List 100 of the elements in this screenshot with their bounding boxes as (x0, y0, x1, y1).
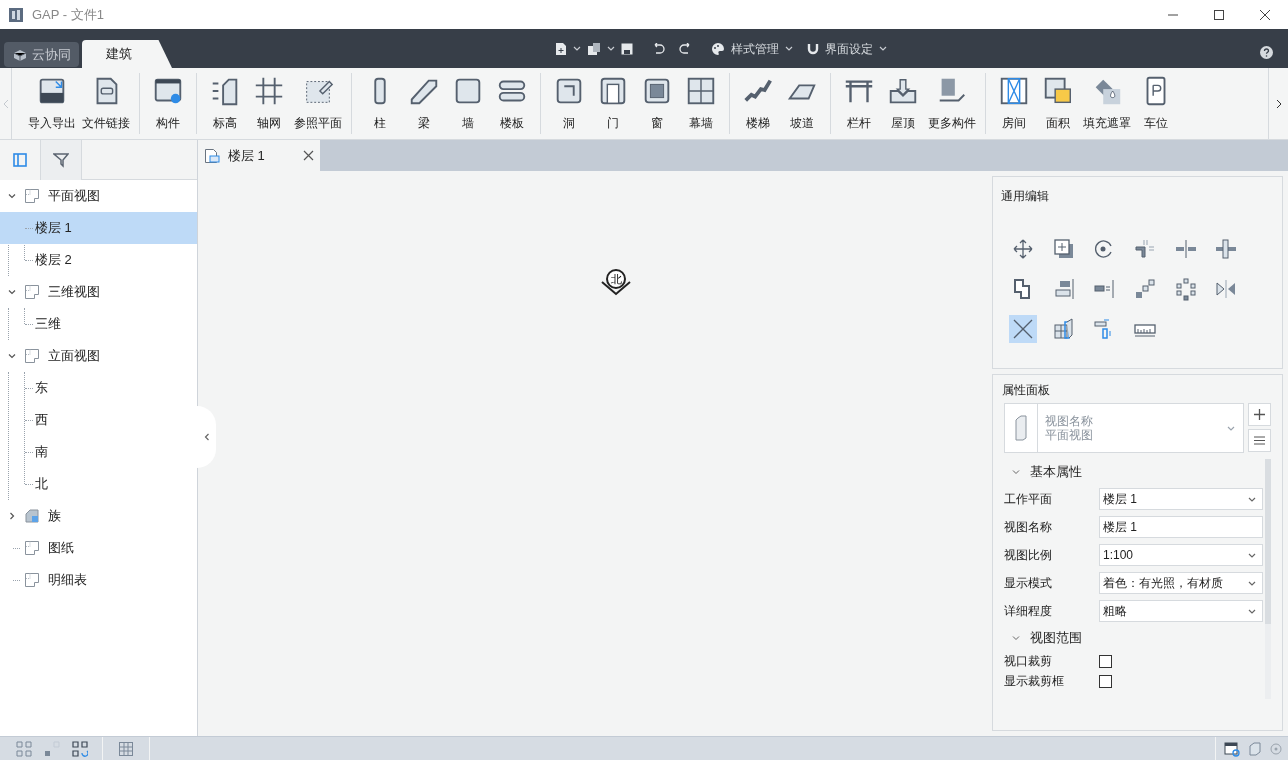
ribbon-tool-button[interactable]: 屋顶 (882, 68, 924, 139)
help-icon[interactable] (1260, 46, 1273, 59)
caret-icon (1248, 552, 1256, 558)
ribbon-tool-button[interactable]: 填充遮罩 (1081, 68, 1133, 139)
ribbon-tool-button[interactable]: 文件链接 (80, 68, 132, 139)
window-title: GAP - 文件1 (32, 5, 104, 24)
window-sync-icon[interactable] (1224, 740, 1240, 757)
ribbon-tool-button[interactable]: 房间 (993, 68, 1035, 139)
view-icon (24, 284, 40, 300)
property-select[interactable]: 楼层 1 (1099, 488, 1263, 510)
ribbon-tool-button[interactable]: 构件 (147, 68, 189, 139)
chevron-down-icon[interactable] (8, 192, 16, 200)
property-label: 视图比例 (1004, 547, 1053, 564)
tree-item[interactable]: 东 (0, 372, 197, 404)
property-select[interactable]: 1:100 (1099, 544, 1263, 566)
new-file-icon[interactable] (555, 41, 567, 56)
cross-icon (1011, 317, 1035, 341)
app-logo-icon (8, 6, 24, 23)
ribbon-tool-button[interactable]: 门 (592, 68, 634, 139)
sidebar-tab[interactable] (41, 140, 82, 180)
ribbon-tool-button[interactable]: 参照平面 (292, 68, 344, 139)
caret-icon (1248, 608, 1256, 614)
scrollbar-thumb[interactable] (1265, 459, 1271, 624)
ribbon-tab[interactable]: 云协同 (4, 42, 79, 67)
family-icon (24, 508, 40, 524)
property-select[interactable]: 粗略 (1099, 600, 1263, 622)
tree-item[interactable]: 族 (0, 500, 197, 532)
tree-item[interactable]: 明细表 (0, 564, 197, 596)
ribbon-tool-button[interactable]: 梁 (403, 68, 445, 139)
close-icon[interactable] (303, 150, 314, 161)
sidebar-tab[interactable] (0, 140, 41, 180)
property-checkbox[interactable] (1099, 674, 1112, 688)
caret-icon (607, 46, 615, 51)
grid-view-icon[interactable] (44, 740, 60, 757)
chevron-down-icon[interactable] (8, 288, 16, 296)
maximize-icon (1214, 9, 1224, 20)
drawing-canvas[interactable]: 北 (198, 171, 992, 736)
save-icon[interactable] (621, 42, 633, 55)
view-icon (24, 348, 40, 364)
property-label: 工作平面 (1004, 491, 1053, 508)
scroll-right-icon[interactable] (1275, 98, 1282, 109)
ribbon-tool-button[interactable]: 面积 (1037, 68, 1079, 139)
type-name: 视图名称 (1045, 414, 1093, 428)
caret-icon (1248, 496, 1256, 502)
ribbon-tool-button[interactable]: 更多构件 (926, 68, 978, 139)
filter-icon (53, 152, 69, 168)
caret-icon (879, 46, 887, 51)
tree-item[interactable]: 立面视图 (0, 340, 197, 372)
view-icon (24, 572, 40, 588)
add-type-button[interactable] (1248, 403, 1271, 426)
caret-icon (1227, 425, 1235, 431)
property-select[interactable]: 着色：有光照，有材质 (1099, 572, 1263, 594)
ribbon-tool-button[interactable]: 坡道 (781, 68, 823, 139)
ribbon-tool-button[interactable]: 楼梯 (737, 68, 779, 139)
tree-item[interactable]: 三维 (0, 308, 197, 340)
clipboard-icon[interactable] (587, 41, 601, 56)
ribbon-tool-button[interactable]: 窗 (636, 68, 678, 139)
collapse-handle[interactable] (197, 406, 216, 468)
panel-icon (13, 153, 27, 167)
ribbon-tool-button[interactable]: 幕墙 (680, 68, 722, 139)
ribbon-tool-button[interactable]: 洞 (548, 68, 590, 139)
view-icon (24, 540, 40, 556)
tree-item[interactable]: 楼层 1 (0, 212, 197, 244)
ribbon-tool-button[interactable]: 车位 (1135, 68, 1177, 139)
ribbon-tool-button[interactable]: 导入导出 (26, 68, 78, 139)
ribbon-tab[interactable]: 建筑 (82, 40, 172, 68)
tree-item[interactable]: 北 (0, 468, 197, 500)
document-tab[interactable]: 楼层 1 (198, 140, 320, 171)
property-input[interactable]: 楼层 1 (1099, 516, 1263, 538)
chevron-down-icon[interactable] (8, 352, 16, 360)
tree-item[interactable]: 南 (0, 436, 197, 468)
align-edge-icon (1092, 277, 1117, 301)
menu-button[interactable]: 样式管理 (731, 39, 793, 58)
tree-item[interactable]: 三维视图 (0, 276, 197, 308)
edit-type-button[interactable] (1248, 429, 1271, 452)
tree-item[interactable]: 楼层 2 (0, 244, 197, 276)
ribbon-tool-button[interactable]: 墙 (447, 68, 489, 139)
ribbon-tool-button[interactable]: 楼板 (491, 68, 533, 139)
tree-item[interactable]: 平面视图 (0, 180, 197, 212)
plus-icon (1254, 409, 1265, 420)
split-gap-icon (1214, 237, 1239, 261)
tree-item[interactable]: 图纸 (0, 532, 197, 564)
panel-title: 属性面板 (1002, 382, 1050, 399)
menu-button[interactable]: 界面设定 (825, 39, 887, 58)
chevron-right-icon[interactable] (8, 512, 16, 520)
property-checkbox[interactable] (1099, 654, 1112, 668)
refresh-grid-icon[interactable] (72, 740, 88, 757)
ribbon-tool-button[interactable]: 柱 (359, 68, 401, 139)
property-label: 显示裁剪框 (1004, 673, 1065, 690)
curtain-array-icon (1051, 317, 1076, 341)
floor-plan-icon (204, 147, 220, 164)
edit-tool-button[interactable] (1009, 315, 1037, 343)
table-icon[interactable] (119, 741, 133, 756)
move-icon (1011, 237, 1035, 261)
section-title: 视图范围 (1030, 629, 1082, 648)
ribbon-tool-button[interactable]: 栏杆 (838, 68, 880, 139)
tree-item[interactable]: 西 (0, 404, 197, 436)
ribbon-tool-button[interactable]: 轴网 (248, 68, 290, 139)
array-icon (1133, 277, 1157, 301)
ribbon-tool-button[interactable]: 标高 (204, 68, 246, 139)
